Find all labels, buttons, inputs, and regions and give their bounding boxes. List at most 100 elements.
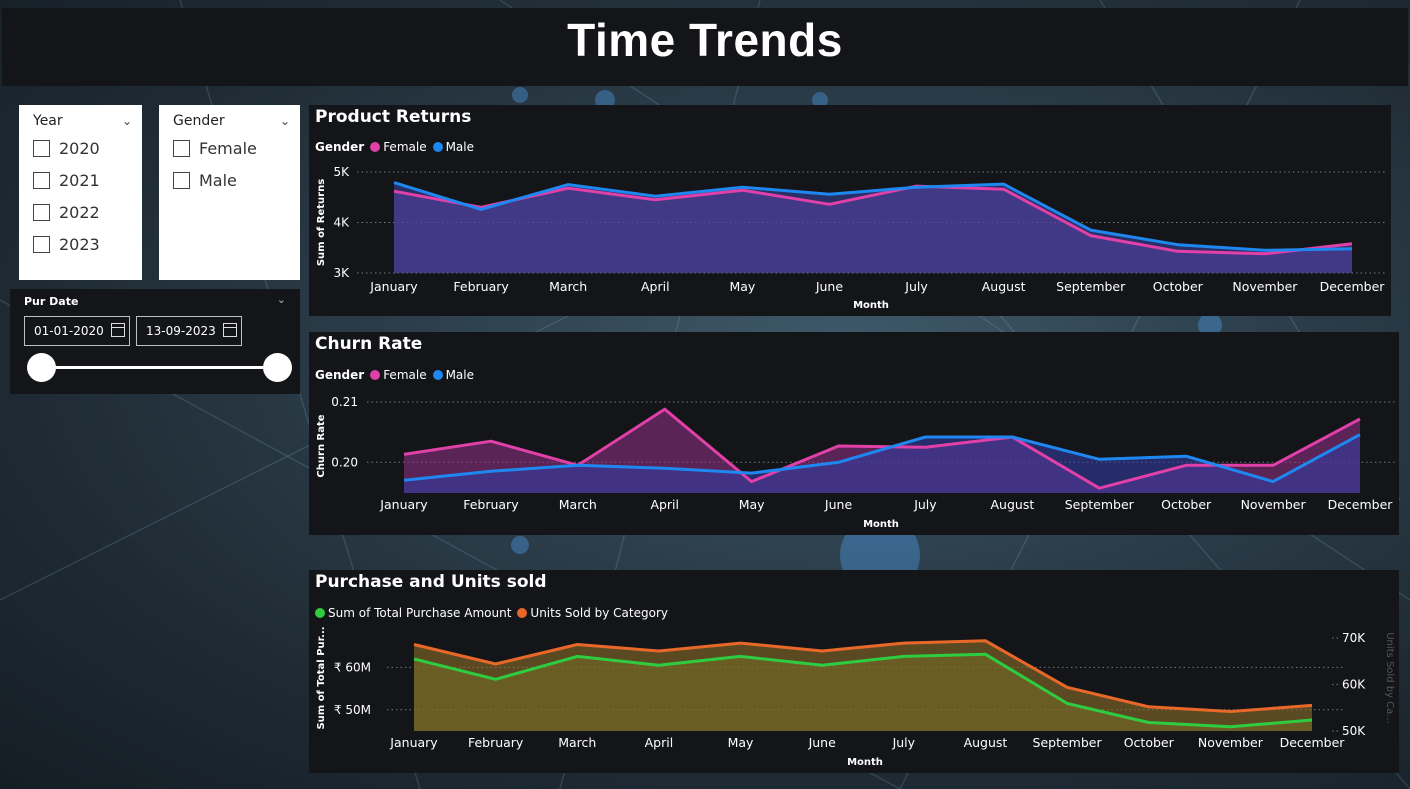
data-point[interactable] (825, 200, 833, 208)
year-option-2022[interactable]: 2022 (19, 196, 142, 228)
data-point[interactable] (1008, 433, 1016, 441)
data-point[interactable] (1269, 461, 1277, 469)
data-point[interactable] (818, 647, 826, 655)
x-tick-label: December (1328, 497, 1394, 512)
data-point[interactable] (655, 647, 663, 655)
x-tick-label: October (1161, 497, 1212, 512)
data-point[interactable] (1000, 180, 1008, 188)
x-tick-label: October (1124, 735, 1175, 750)
checkbox[interactable] (33, 139, 50, 157)
chevron-down-icon[interactable]: ⌄ (122, 114, 132, 128)
data-point[interactable] (487, 467, 495, 475)
data-point[interactable] (1174, 241, 1182, 249)
data-point[interactable] (1063, 699, 1071, 707)
gender-slicer-header[interactable]: Gender ⌄ (159, 105, 300, 131)
chevron-down-icon[interactable]: ⌄ (280, 114, 290, 128)
data-point[interactable] (661, 405, 669, 413)
checkbox[interactable] (33, 171, 50, 189)
data-point[interactable] (1308, 716, 1316, 724)
date-range-slider-track[interactable] (41, 366, 277, 369)
gender-option-male[interactable]: Male (159, 164, 300, 196)
data-point[interactable] (921, 433, 929, 441)
data-point[interactable] (492, 675, 500, 683)
data-point[interactable] (1308, 701, 1316, 709)
date-range-slider-end-handle[interactable] (263, 353, 292, 382)
gender-option-female[interactable]: Female (159, 132, 300, 164)
data-point[interactable] (410, 641, 418, 649)
x-tick-label: July (913, 497, 937, 512)
data-point[interactable] (651, 192, 659, 200)
data-point[interactable] (390, 187, 398, 195)
data-point[interactable] (825, 190, 833, 198)
start-date-input[interactable]: 01-01-2020 (24, 316, 130, 346)
year-slicer-header[interactable]: Year ⌄ (19, 105, 142, 131)
data-point[interactable] (913, 183, 921, 191)
data-point[interactable] (573, 652, 581, 660)
data-point[interactable] (492, 660, 500, 668)
data-point[interactable] (1182, 452, 1190, 460)
data-point[interactable] (655, 661, 663, 669)
data-point[interactable] (1226, 723, 1234, 731)
x-tick-label: February (453, 279, 509, 294)
data-point[interactable] (1145, 719, 1153, 727)
data-point[interactable] (981, 650, 989, 658)
data-point[interactable] (1269, 478, 1277, 486)
y-tick-label: 3K (333, 266, 350, 280)
gender-slicer-title: Gender (173, 113, 225, 129)
data-point[interactable] (1356, 415, 1364, 423)
checkbox[interactable] (33, 203, 50, 221)
data-point[interactable] (900, 639, 908, 647)
date-range-slider-start-handle[interactable] (27, 353, 56, 382)
data-point[interactable] (835, 458, 843, 466)
data-point[interactable] (390, 179, 398, 187)
data-point[interactable] (477, 205, 485, 213)
data-point[interactable] (981, 637, 989, 645)
year-option-2020[interactable]: 2020 (19, 132, 142, 164)
data-point[interactable] (1095, 455, 1103, 463)
data-point[interactable] (1182, 461, 1190, 469)
data-point[interactable] (1145, 703, 1153, 711)
chevron-down-icon[interactable]: ⌄ (277, 293, 286, 306)
data-point[interactable] (738, 183, 746, 191)
data-point[interactable] (1063, 683, 1071, 691)
year-option-2021[interactable]: 2021 (19, 164, 142, 196)
data-point[interactable] (748, 469, 756, 477)
data-point[interactable] (1261, 246, 1269, 254)
checkbox[interactable] (173, 171, 190, 189)
data-point[interactable] (1226, 707, 1234, 715)
data-point[interactable] (573, 641, 581, 649)
data-point[interactable] (487, 437, 495, 445)
data-point[interactable] (410, 655, 418, 663)
data-point[interactable] (564, 181, 572, 189)
data-point[interactable] (1095, 484, 1103, 492)
x-tick-label: November (1241, 497, 1307, 512)
x-tick-label: September (1033, 735, 1103, 750)
data-point[interactable] (900, 652, 908, 660)
data-point[interactable] (574, 461, 582, 469)
data-point[interactable] (1087, 226, 1095, 234)
data-point[interactable] (835, 442, 843, 450)
data-point[interactable] (818, 661, 826, 669)
purchase-units-chart: Purchase and Units sold Sum of Total Pur… (309, 570, 1399, 773)
chart-plot-area: Sum of Total Pur... ₹ 50M ₹ 60M 50K 60K 70K Un… (316, 626, 1395, 768)
checkbox[interactable] (173, 139, 190, 157)
end-date-value: 13-09-2023 (146, 324, 216, 338)
data-point[interactable] (400, 450, 408, 458)
data-point[interactable] (400, 476, 408, 484)
data-point[interactable] (1356, 431, 1364, 439)
data-point[interactable] (737, 639, 745, 647)
calendar-icon[interactable] (111, 323, 125, 337)
year-option-label: 2021 (59, 170, 100, 190)
x-tick-label: May (729, 279, 755, 294)
data-point[interactable] (737, 652, 745, 660)
data-point[interactable] (921, 443, 929, 451)
page-title: Time Trends (567, 14, 843, 66)
data-point[interactable] (661, 464, 669, 472)
end-date-input[interactable]: 13-09-2023 (136, 316, 242, 346)
data-point[interactable] (1348, 245, 1356, 253)
data-point[interactable] (748, 478, 756, 486)
year-option-2023[interactable]: 2023 (19, 228, 142, 260)
checkbox[interactable] (33, 235, 50, 253)
y-tick-label: 4K (333, 216, 350, 230)
calendar-icon[interactable] (223, 323, 237, 337)
